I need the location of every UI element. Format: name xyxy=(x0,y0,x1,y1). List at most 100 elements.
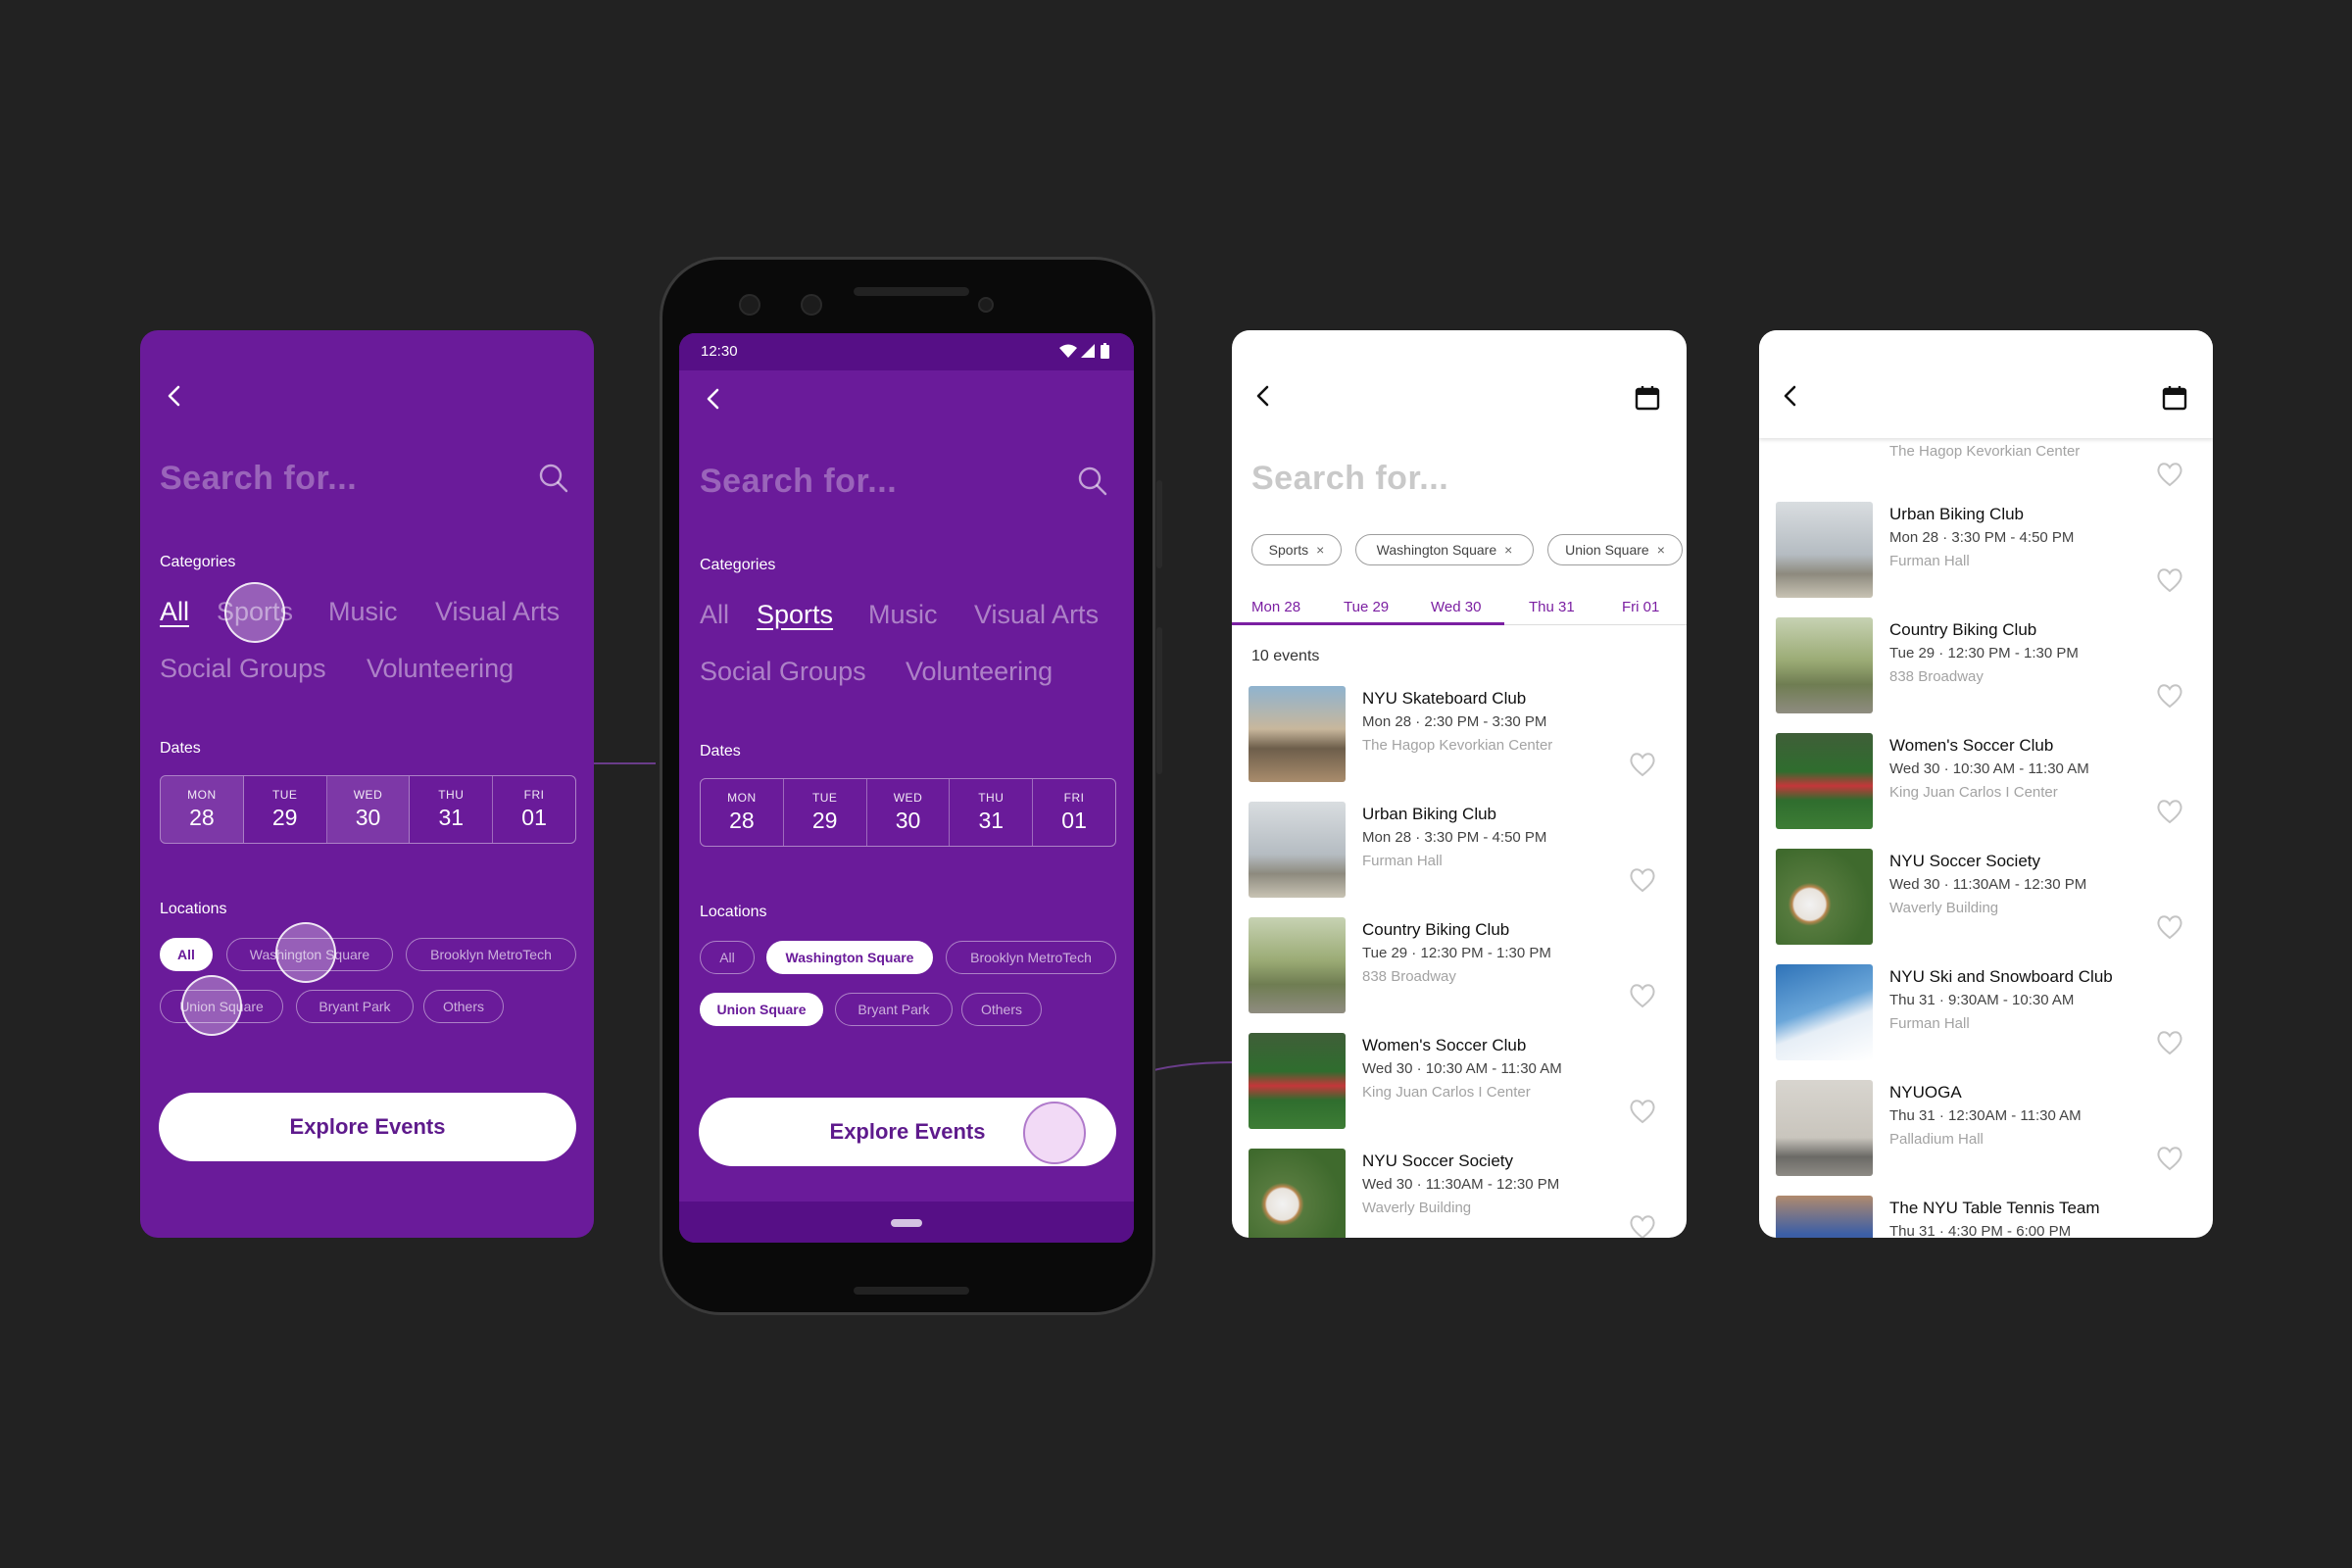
filter-screen-selected: 12:30 Search for... Categories All Sport… xyxy=(679,333,1134,1243)
location-chip-brooklyn-metrotech[interactable]: Brooklyn MetroTech xyxy=(946,941,1116,974)
list-item[interactable]: Urban Biking Club Mon 28 · 3:30 PM - 4:5… xyxy=(1759,502,2213,617)
heart-icon[interactable] xyxy=(2156,1146,2183,1171)
date-tue[interactable]: TUE 29 xyxy=(784,779,867,846)
list-item[interactable]: NYU Soccer Society Wed 30 · 11:30AM - 12… xyxy=(1232,1149,1687,1238)
event-thumbnail-skate xyxy=(1249,686,1346,782)
location-chip-union-square[interactable]: Union Square xyxy=(700,993,823,1026)
list-item[interactable]: Country Biking Club Tue 29 · 12:30 PM - … xyxy=(1232,917,1687,1033)
close-icon[interactable]: × xyxy=(1657,542,1665,558)
tab-mon-28[interactable]: Mon 28 xyxy=(1251,599,1300,615)
search-icon[interactable] xyxy=(1076,465,1109,498)
date-fri[interactable]: FRI 01 xyxy=(493,776,575,843)
location-chip-brooklyn-metrotech[interactable]: Brooklyn MetroTech xyxy=(406,938,576,971)
category-volunteering[interactable]: Volunteering xyxy=(367,654,514,684)
heart-icon[interactable] xyxy=(2156,914,2183,940)
list-item[interactable]: NYU Soccer Society Wed 30 · 11:30AM - 12… xyxy=(1759,849,2213,964)
explore-events-button[interactable]: Explore Events xyxy=(159,1093,576,1161)
heart-icon[interactable] xyxy=(2156,799,2183,824)
date-mon[interactable]: MON 28 xyxy=(701,779,784,846)
location-chip-bryant-park[interactable]: Bryant Park xyxy=(835,993,953,1026)
list-item[interactable]: Country Biking Club Tue 29 · 12:30 PM - … xyxy=(1759,617,2213,733)
location-chip-others[interactable]: Others xyxy=(423,990,504,1023)
chip-label: Washington Square xyxy=(1376,542,1497,558)
list-item[interactable]: NYU Ski and Snowboard Club Thu 31 · 9:30… xyxy=(1759,964,2213,1080)
touch-indicator xyxy=(181,975,242,1036)
category-music[interactable]: Music xyxy=(868,600,938,630)
active-filter-chip-sports[interactable]: Sports × xyxy=(1251,534,1342,565)
heart-icon[interactable] xyxy=(2156,567,2183,593)
back-chevron-icon[interactable] xyxy=(699,384,728,414)
back-chevron-icon[interactable] xyxy=(1249,381,1278,411)
calendar-icon[interactable] xyxy=(1635,385,1660,411)
event-location: Waverly Building xyxy=(1362,1200,1472,1216)
location-chip-others[interactable]: Others xyxy=(961,993,1042,1026)
date-tue[interactable]: TUE 29 xyxy=(244,776,327,843)
location-chip-washington-square[interactable]: Washington Square xyxy=(766,941,933,974)
date-thu[interactable]: THU 31 xyxy=(950,779,1034,846)
tab-tue-29[interactable]: Tue 29 xyxy=(1344,599,1389,615)
close-icon[interactable]: × xyxy=(1316,542,1324,558)
locations-label: Locations xyxy=(700,904,767,920)
heart-icon[interactable] xyxy=(1629,752,1656,777)
search-input[interactable]: Search for... xyxy=(160,460,357,498)
list-item[interactable]: The NYU Table Tennis Team Thu 31 · 4:30 … xyxy=(1759,1196,2213,1238)
heart-icon[interactable] xyxy=(2156,683,2183,709)
search-input[interactable]: Search for... xyxy=(700,463,897,501)
tab-fri-01[interactable]: Fri 01 xyxy=(1622,599,1659,615)
event-time: Mon 28 · 2:30 PM - 3:30 PM xyxy=(1362,713,1547,730)
date-wed[interactable]: WED 30 xyxy=(326,776,411,843)
location-chip-bryant-park[interactable]: Bryant Park xyxy=(296,990,414,1023)
list-item[interactable]: Women's Soccer Club Wed 30 · 10:30 AM - … xyxy=(1759,733,2213,849)
list-item[interactable]: NYUOGA Thu 31 · 12:30AM - 11:30 AM Palla… xyxy=(1759,1080,2213,1196)
list-item[interactable]: Women's Soccer Club Wed 30 · 10:30 AM - … xyxy=(1232,1033,1687,1149)
event-time: Wed 30 · 10:30 AM - 11:30 AM xyxy=(1889,760,2089,777)
heart-icon[interactable] xyxy=(1629,867,1656,893)
event-thumbnail-yoga xyxy=(1776,1080,1873,1176)
event-location: Furman Hall xyxy=(1889,1015,1970,1032)
back-chevron-icon[interactable] xyxy=(1776,381,1805,411)
category-visual-arts[interactable]: Visual Arts xyxy=(974,600,1099,630)
event-thumbnail-soccer-ball xyxy=(1249,1149,1346,1238)
results-screen-scrolled: The Hagop Kevorkian Center Urban Biking … xyxy=(1759,330,2213,1238)
location-chip-all[interactable]: All xyxy=(160,938,213,971)
date-fri[interactable]: FRI 01 xyxy=(1033,779,1115,846)
flow-connector xyxy=(594,762,656,764)
category-all[interactable]: All xyxy=(160,597,189,627)
location-chip-all[interactable]: All xyxy=(700,941,755,974)
category-social-groups[interactable]: Social Groups xyxy=(700,657,866,687)
tab-thu-31[interactable]: Thu 31 xyxy=(1529,599,1575,615)
category-visual-arts[interactable]: Visual Arts xyxy=(435,597,560,627)
heart-icon[interactable] xyxy=(2156,462,2183,487)
search-input[interactable]: Search for... xyxy=(1251,460,1448,498)
calendar-icon[interactable] xyxy=(2162,385,2187,411)
category-volunteering[interactable]: Volunteering xyxy=(906,657,1053,687)
category-all[interactable]: All xyxy=(700,600,729,630)
search-icon[interactable] xyxy=(537,462,570,495)
heart-icon[interactable] xyxy=(1629,983,1656,1008)
active-filter-chip-union-square[interactable]: Union Square × xyxy=(1547,534,1683,565)
date-thu[interactable]: THU 31 xyxy=(410,776,494,843)
date-num: 29 xyxy=(811,808,838,833)
category-music[interactable]: Music xyxy=(328,597,398,627)
home-gesture-pill[interactable] xyxy=(891,1219,922,1227)
front-camera xyxy=(739,294,760,316)
date-dow: MON xyxy=(187,788,217,802)
categories-label: Categories xyxy=(700,557,776,573)
heart-icon[interactable] xyxy=(1629,1214,1656,1238)
wifi-icon xyxy=(1059,344,1077,358)
back-chevron-icon[interactable] xyxy=(160,381,189,411)
event-location: Waverly Building xyxy=(1889,900,1999,916)
category-social-groups[interactable]: Social Groups xyxy=(160,654,326,684)
heart-icon[interactable] xyxy=(2156,1030,2183,1055)
date-wed[interactable]: WED 30 xyxy=(867,779,951,846)
heart-icon[interactable] xyxy=(1629,1099,1656,1124)
filter-screen-default: Search for... Categories All Sports Musi… xyxy=(140,330,594,1238)
list-item[interactable]: NYU Skateboard Club Mon 28 · 2:30 PM - 3… xyxy=(1232,686,1687,802)
tab-wed-30[interactable]: Wed 30 xyxy=(1431,599,1481,615)
phone-speaker-bottom xyxy=(854,1287,969,1295)
close-icon[interactable]: × xyxy=(1504,542,1512,558)
list-item[interactable]: Urban Biking Club Mon 28 · 3:30 PM - 4:5… xyxy=(1232,802,1687,917)
date-mon[interactable]: MON 28 xyxy=(161,776,244,843)
active-filter-chip-washington-square[interactable]: Washington Square × xyxy=(1355,534,1534,565)
category-sports[interactable]: Sports xyxy=(757,600,833,630)
